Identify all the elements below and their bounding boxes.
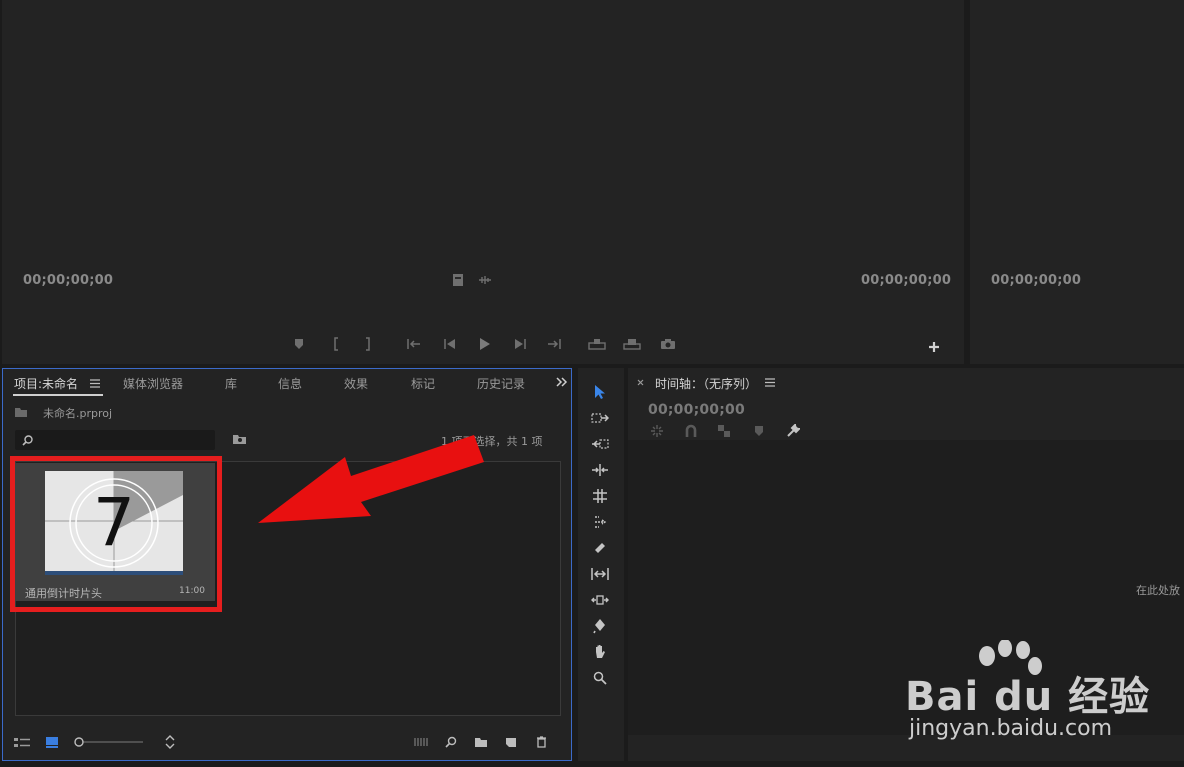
project-file-name: 未命名.prproj bbox=[43, 407, 113, 420]
drop-media-hint: 在此处放 bbox=[1136, 584, 1180, 597]
selection-tool-icon[interactable] bbox=[590, 382, 610, 402]
timeline-marker-icon[interactable] bbox=[750, 423, 768, 439]
go-to-in-icon[interactable] bbox=[404, 336, 424, 352]
wrench-settings-icon[interactable] bbox=[784, 423, 802, 439]
sort-icon[interactable] bbox=[163, 734, 177, 750]
zoom-tool-icon[interactable] bbox=[590, 668, 610, 688]
go-to-out-icon[interactable] bbox=[544, 336, 564, 352]
zoom-slider[interactable] bbox=[73, 735, 145, 749]
more-tabs-chevron-icon[interactable] bbox=[555, 375, 569, 389]
mark-out-icon[interactable] bbox=[360, 336, 376, 352]
clip-name: 通用倒计时片头 bbox=[25, 587, 102, 600]
project-panel: 项目:未命名 媒体浏览器 库 信息 效果 标记 历史记录 未命名.prproj … bbox=[2, 368, 572, 761]
slip-tool-icon[interactable] bbox=[590, 564, 610, 584]
mark-in-icon[interactable] bbox=[328, 336, 344, 352]
razor-track-tool-icon[interactable] bbox=[590, 512, 610, 532]
add-marker-icon[interactable] bbox=[291, 336, 307, 352]
list-view-icon[interactable] bbox=[13, 735, 31, 749]
track-select-forward-tool-icon[interactable] bbox=[590, 408, 610, 428]
tab-effects[interactable]: 效果 bbox=[344, 375, 368, 392]
ripple-edit-tool-icon[interactable] bbox=[590, 434, 610, 454]
program-timecode[interactable]: 00;00;00;00 bbox=[991, 273, 1081, 288]
nest-icon[interactable] bbox=[648, 423, 666, 439]
tools-panel bbox=[578, 368, 624, 761]
clip-thumbnail: 7 bbox=[45, 471, 183, 575]
play-icon[interactable] bbox=[476, 336, 494, 352]
hand-tool-icon[interactable] bbox=[590, 642, 610, 662]
button-editor-plus-icon[interactable] bbox=[925, 338, 943, 356]
overwrite-icon[interactable] bbox=[622, 336, 642, 352]
clip-tile[interactable]: 7 通用倒计时片头 11:00 bbox=[13, 463, 215, 601]
insert-clip-icon[interactable] bbox=[451, 272, 465, 288]
audio-waveform-icon[interactable] bbox=[476, 272, 494, 288]
tab-libraries[interactable]: 库 bbox=[225, 375, 237, 392]
timeline-panel: 时间轴：（无序列） 00;00;00;00 在此处放 bbox=[628, 368, 1184, 761]
razor-tool-icon[interactable] bbox=[590, 538, 610, 558]
step-forward-icon[interactable] bbox=[511, 336, 529, 352]
timeline-track-area[interactable]: 在此处放 bbox=[628, 440, 1184, 735]
insert-icon[interactable] bbox=[587, 336, 607, 352]
rate-stretch-tool-icon[interactable] bbox=[590, 486, 610, 506]
trash-icon[interactable] bbox=[533, 735, 549, 749]
source-timecode-right: 00;00;00;00 bbox=[861, 273, 952, 288]
source-monitor: 00;00;00;00 00;00;00;00 bbox=[2, 0, 964, 364]
step-back-icon[interactable] bbox=[441, 336, 459, 352]
source-timecode-left[interactable]: 00;00;00;00 bbox=[23, 273, 113, 288]
icon-view-icon[interactable] bbox=[44, 735, 60, 749]
new-item-icon[interactable] bbox=[503, 735, 519, 749]
countdown-number: 7 bbox=[93, 484, 135, 561]
automate-to-sequence-icon[interactable] bbox=[413, 735, 431, 749]
close-icon[interactable] bbox=[635, 377, 645, 387]
project-folder-icon bbox=[13, 405, 29, 419]
timeline-title[interactable]: 时间轴：（无序列） bbox=[655, 375, 757, 392]
tab-info[interactable]: 信息 bbox=[278, 375, 302, 392]
timeline-menu-icon[interactable] bbox=[764, 376, 776, 388]
new-bin-icon[interactable] bbox=[473, 735, 489, 749]
tab-media-browser[interactable]: 媒体浏览器 bbox=[123, 375, 183, 392]
annotation-arrow bbox=[258, 435, 484, 523]
panel-menu-icon[interactable] bbox=[89, 377, 101, 389]
tab-history[interactable]: 历史记录 bbox=[477, 375, 525, 392]
rolling-edit-tool-icon[interactable] bbox=[590, 460, 610, 480]
program-monitor: 00;00;00;00 bbox=[970, 0, 1184, 364]
find-icon[interactable] bbox=[443, 735, 459, 749]
project-panel-tabs: 项目:未命名 媒体浏览器 库 信息 效果 标记 历史记录 bbox=[3, 369, 571, 399]
project-search-input[interactable] bbox=[15, 430, 215, 450]
search-icon bbox=[20, 433, 34, 447]
linked-selection-icon[interactable] bbox=[715, 423, 733, 439]
find-folder-icon[interactable] bbox=[231, 432, 247, 446]
tab-project[interactable]: 项目:未命名 bbox=[14, 375, 78, 392]
snap-magnet-icon[interactable] bbox=[682, 423, 700, 439]
timeline-timecode[interactable]: 00;00;00;00 bbox=[648, 402, 745, 418]
slide-tool-icon[interactable] bbox=[590, 590, 610, 610]
clip-duration: 11:00 bbox=[179, 586, 205, 596]
tab-markers[interactable]: 标记 bbox=[411, 375, 435, 392]
export-frame-camera-icon[interactable] bbox=[658, 336, 678, 352]
pen-tool-icon[interactable] bbox=[590, 616, 610, 636]
active-tab-indicator bbox=[13, 394, 103, 396]
